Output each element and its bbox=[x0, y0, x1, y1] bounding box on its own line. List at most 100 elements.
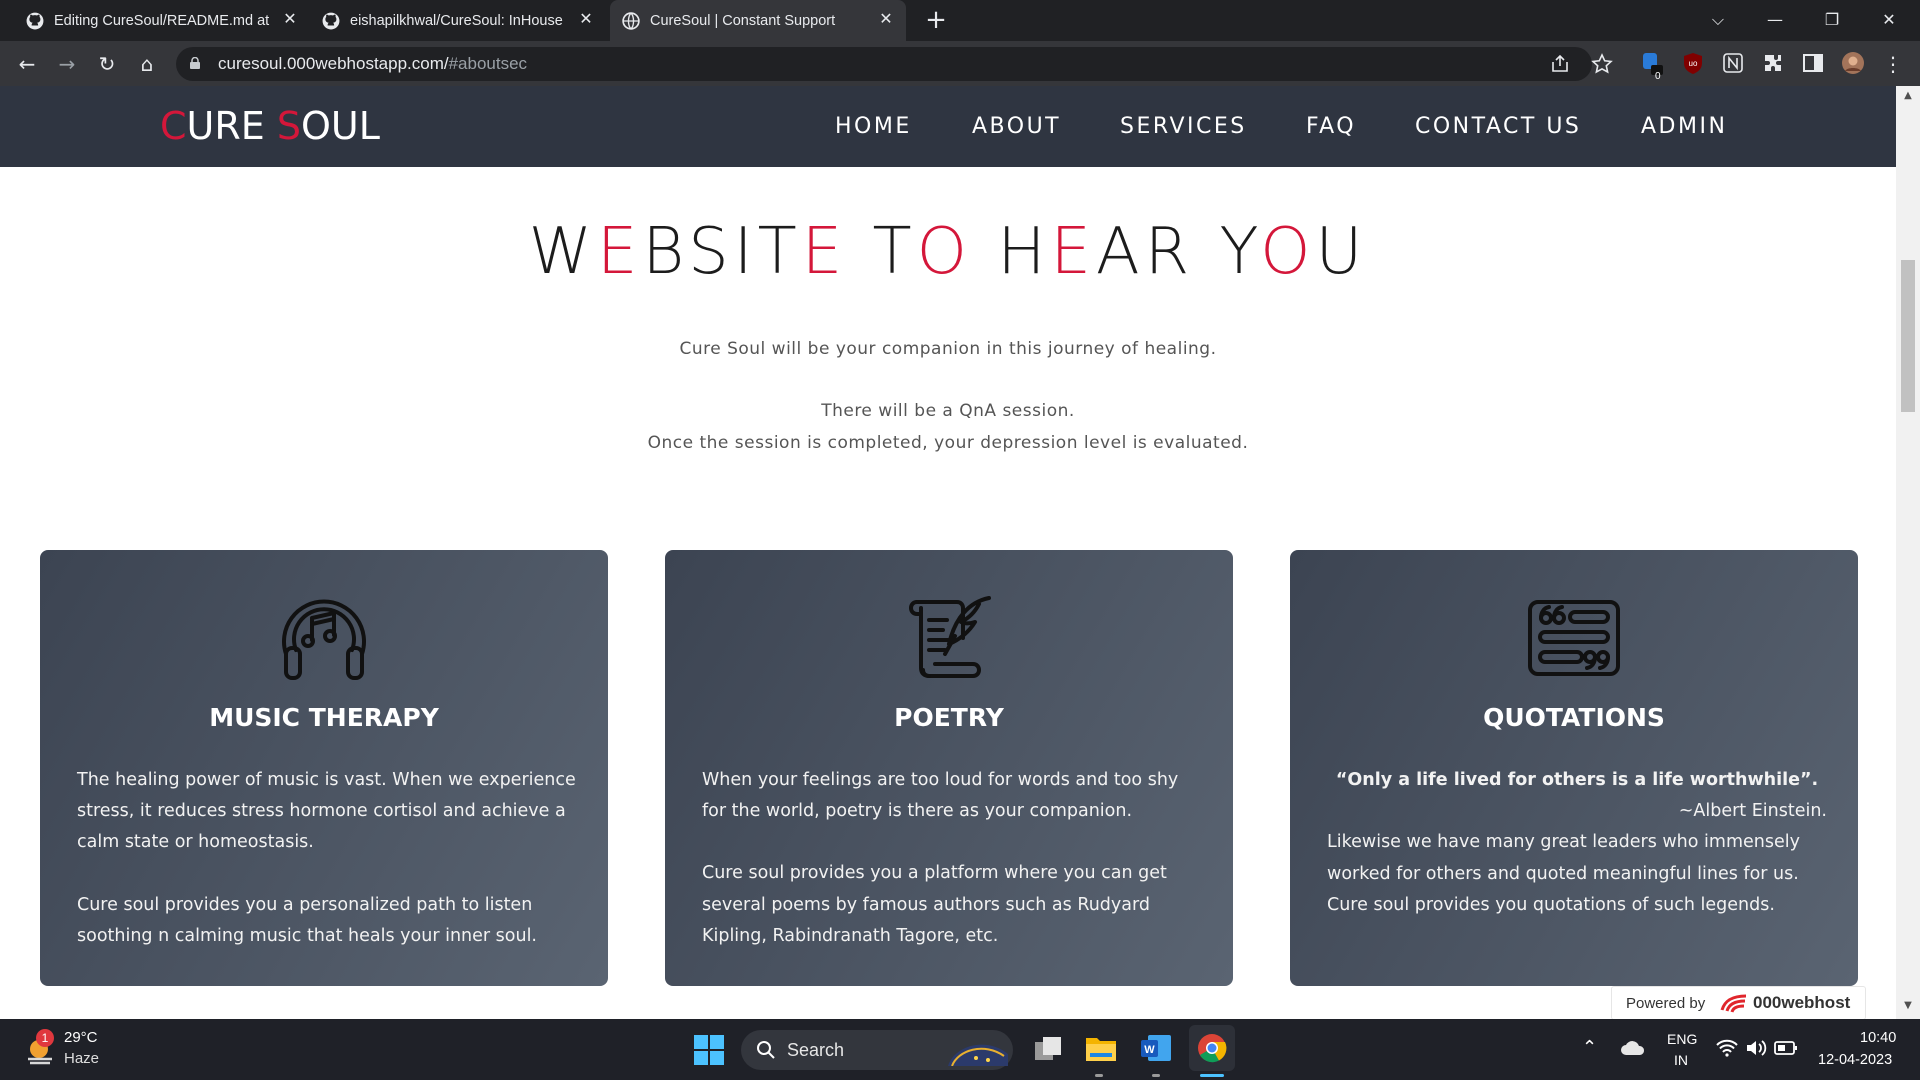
headline-part: H bbox=[972, 215, 1051, 289]
logo-letter-c: C bbox=[160, 104, 187, 148]
wifi-icon[interactable] bbox=[1716, 1039, 1738, 1057]
scrollbar-thumb[interactable] bbox=[1901, 260, 1915, 412]
tab-editing-readme[interactable]: Editing CureSoul/README.md at ✕ bbox=[14, 0, 310, 41]
quote-board-icon bbox=[1528, 600, 1620, 676]
card-music-therapy: MUSIC THERAPY The healing power of music… bbox=[40, 550, 608, 986]
running-indicator bbox=[1152, 1074, 1160, 1077]
weather-badge: 1 bbox=[36, 1029, 54, 1047]
powered-by-brand: 000webhost bbox=[1753, 993, 1851, 1012]
back-arrow-icon[interactable]: ← bbox=[12, 49, 42, 79]
clock-date[interactable]: 12-04-2023 bbox=[1818, 1052, 1892, 1068]
headphones-music-icon bbox=[282, 599, 366, 680]
intro-line-1: Cure Soul will be your companion in this… bbox=[679, 339, 1217, 359]
nav-home[interactable]: HOME bbox=[835, 114, 912, 139]
tab-close-icon[interactable]: ✕ bbox=[280, 10, 300, 30]
browser-toolbar: ← → ↻ ⌂ curesoul.000webhostapp.com/#abou… bbox=[0, 41, 1920, 86]
card-quotations: QUOTATIONS “Only a life lived for others… bbox=[1290, 550, 1858, 986]
svg-text:W: W bbox=[1144, 1044, 1155, 1056]
language-line-1[interactable]: ENG bbox=[1667, 1031, 1697, 1047]
weather-desc: Haze bbox=[64, 1050, 100, 1067]
headline-part: T bbox=[847, 215, 917, 289]
card-body: “Only a life lived for others is a life … bbox=[1327, 765, 1827, 921]
svg-text:uo: uo bbox=[1689, 59, 1698, 68]
task-view-icon[interactable] bbox=[1033, 1034, 1063, 1064]
volume-icon[interactable] bbox=[1745, 1039, 1767, 1057]
active-indicator bbox=[1200, 1074, 1224, 1077]
bookmark-star-icon[interactable] bbox=[1590, 52, 1614, 76]
share-icon[interactable] bbox=[1548, 52, 1572, 76]
weather-widget[interactable]: 1 bbox=[24, 1029, 58, 1065]
page-scrollbar[interactable]: ▲ ▼ bbox=[1896, 86, 1920, 1019]
logo-text-ure: URE bbox=[186, 104, 277, 148]
tab-curesoul[interactable]: CureSoul | Constant Support ✕ bbox=[610, 0, 906, 41]
scroll-down-arrow-icon[interactable]: ▼ bbox=[1900, 1000, 1916, 1014]
tab-title: CureSoul | Constant Support bbox=[650, 12, 836, 29]
new-tab-button[interactable]: + bbox=[923, 6, 949, 34]
tab-close-icon[interactable]: ✕ bbox=[576, 10, 596, 30]
tab-title: eishapilkhwal/CureSoul: InHouse bbox=[350, 12, 563, 29]
powered-by-label: Powered by bbox=[1626, 995, 1706, 1012]
close-window-button[interactable]: ✕ bbox=[1866, 0, 1912, 41]
home-icon[interactable]: ⌂ bbox=[132, 49, 162, 79]
lock-icon[interactable] bbox=[190, 57, 200, 69]
intro-line-2: There will be a QnA session. bbox=[821, 401, 1075, 421]
url-text[interactable]: curesoul.000webhostapp.com/#aboutsec bbox=[218, 54, 527, 74]
tab-close-icon[interactable]: ✕ bbox=[876, 10, 896, 30]
about-section: WEBSITE TO HEAR YOU Cure Soul will be yo… bbox=[0, 167, 1896, 1019]
nav-services[interactable]: SERVICES bbox=[1120, 114, 1247, 139]
menu-kebab-icon[interactable]: ⋮ bbox=[1878, 49, 1908, 79]
language-line-2[interactable]: IN bbox=[1674, 1052, 1688, 1068]
tab-search-icon[interactable]: ⌵ bbox=[1695, 0, 1741, 41]
running-indicator bbox=[1095, 1074, 1103, 1077]
headline-part: E bbox=[801, 215, 848, 289]
nav-contact-us[interactable]: CONTACT US bbox=[1415, 114, 1581, 139]
scroll-quill-icon bbox=[909, 596, 991, 678]
windows-start-icon[interactable] bbox=[694, 1035, 724, 1065]
minimize-button[interactable]: — bbox=[1752, 0, 1798, 41]
search-highlight-image bbox=[948, 1044, 1008, 1066]
tab-github-repo[interactable]: eishapilkhwal/CureSoul: InHouse ✕ bbox=[310, 0, 606, 41]
card-paragraph: When your feelings are too loud for word… bbox=[702, 770, 1179, 822]
scroll-up-arrow-icon[interactable]: ▲ bbox=[1900, 90, 1916, 104]
profile-avatar[interactable] bbox=[1841, 51, 1865, 75]
headline-part: U bbox=[1315, 215, 1368, 289]
tray-chevron-up-icon[interactable]: ⌃ bbox=[1582, 1037, 1597, 1058]
file-explorer-icon[interactable] bbox=[1085, 1033, 1117, 1063]
powered-by-badge[interactable]: Powered by 000webhost bbox=[1611, 986, 1866, 1020]
notion-icon[interactable] bbox=[1721, 51, 1745, 75]
side-panel-icon[interactable] bbox=[1801, 51, 1825, 75]
headline-part: W bbox=[528, 215, 597, 289]
site-logo[interactable]: CURE SOUL bbox=[160, 104, 380, 148]
card-poetry: POETRY When your feelings are too loud f… bbox=[665, 550, 1233, 986]
card-paragraph: Cure soul provides you a platform where … bbox=[702, 863, 1167, 946]
search-icon bbox=[757, 1041, 775, 1059]
card-title: POETRY bbox=[894, 703, 1004, 732]
weather-temp: 29°C bbox=[64, 1029, 98, 1046]
headline-part: E bbox=[596, 215, 643, 289]
word-icon[interactable]: W bbox=[1140, 1033, 1172, 1063]
nav-faq[interactable]: FAQ bbox=[1306, 114, 1356, 139]
chrome-taskbar-button[interactable] bbox=[1189, 1025, 1235, 1071]
extensions-puzzle-icon[interactable] bbox=[1761, 51, 1785, 75]
forward-arrow-icon[interactable]: → bbox=[52, 49, 82, 79]
headline-part: BSIT bbox=[642, 215, 802, 289]
clock-time[interactable]: 10:40 bbox=[1860, 1030, 1896, 1046]
battery-icon[interactable] bbox=[1774, 1040, 1798, 1056]
card-paragraph: Likewise we have many great leaders who … bbox=[1327, 832, 1800, 884]
nav-admin[interactable]: ADMIN bbox=[1641, 114, 1727, 139]
card-body: When your feelings are too loud for word… bbox=[702, 765, 1202, 952]
onedrive-cloud-icon[interactable] bbox=[1620, 1039, 1646, 1057]
reload-icon[interactable]: ↻ bbox=[92, 49, 122, 79]
ublock-shield-icon[interactable]: uo bbox=[1681, 51, 1705, 75]
nav-about[interactable]: ABOUT bbox=[972, 114, 1061, 139]
taskbar-search[interactable]: Search bbox=[741, 1030, 1013, 1070]
search-label: Search bbox=[787, 1040, 845, 1060]
address-bar[interactable]: curesoul.000webhostapp.com/#aboutsec bbox=[176, 47, 1613, 81]
quote-author: ~Albert Einstein. bbox=[1678, 801, 1827, 822]
tab-title: Editing CureSoul/README.md at bbox=[54, 12, 270, 29]
url-hash: #aboutsec bbox=[448, 54, 528, 73]
restore-button[interactable]: ❐ bbox=[1809, 0, 1855, 41]
logo-letter-s: S bbox=[276, 104, 301, 148]
browser-tab-strip: Editing CureSoul/README.md at ✕ eishapil… bbox=[0, 0, 1920, 41]
headline-part: O bbox=[1260, 215, 1316, 289]
